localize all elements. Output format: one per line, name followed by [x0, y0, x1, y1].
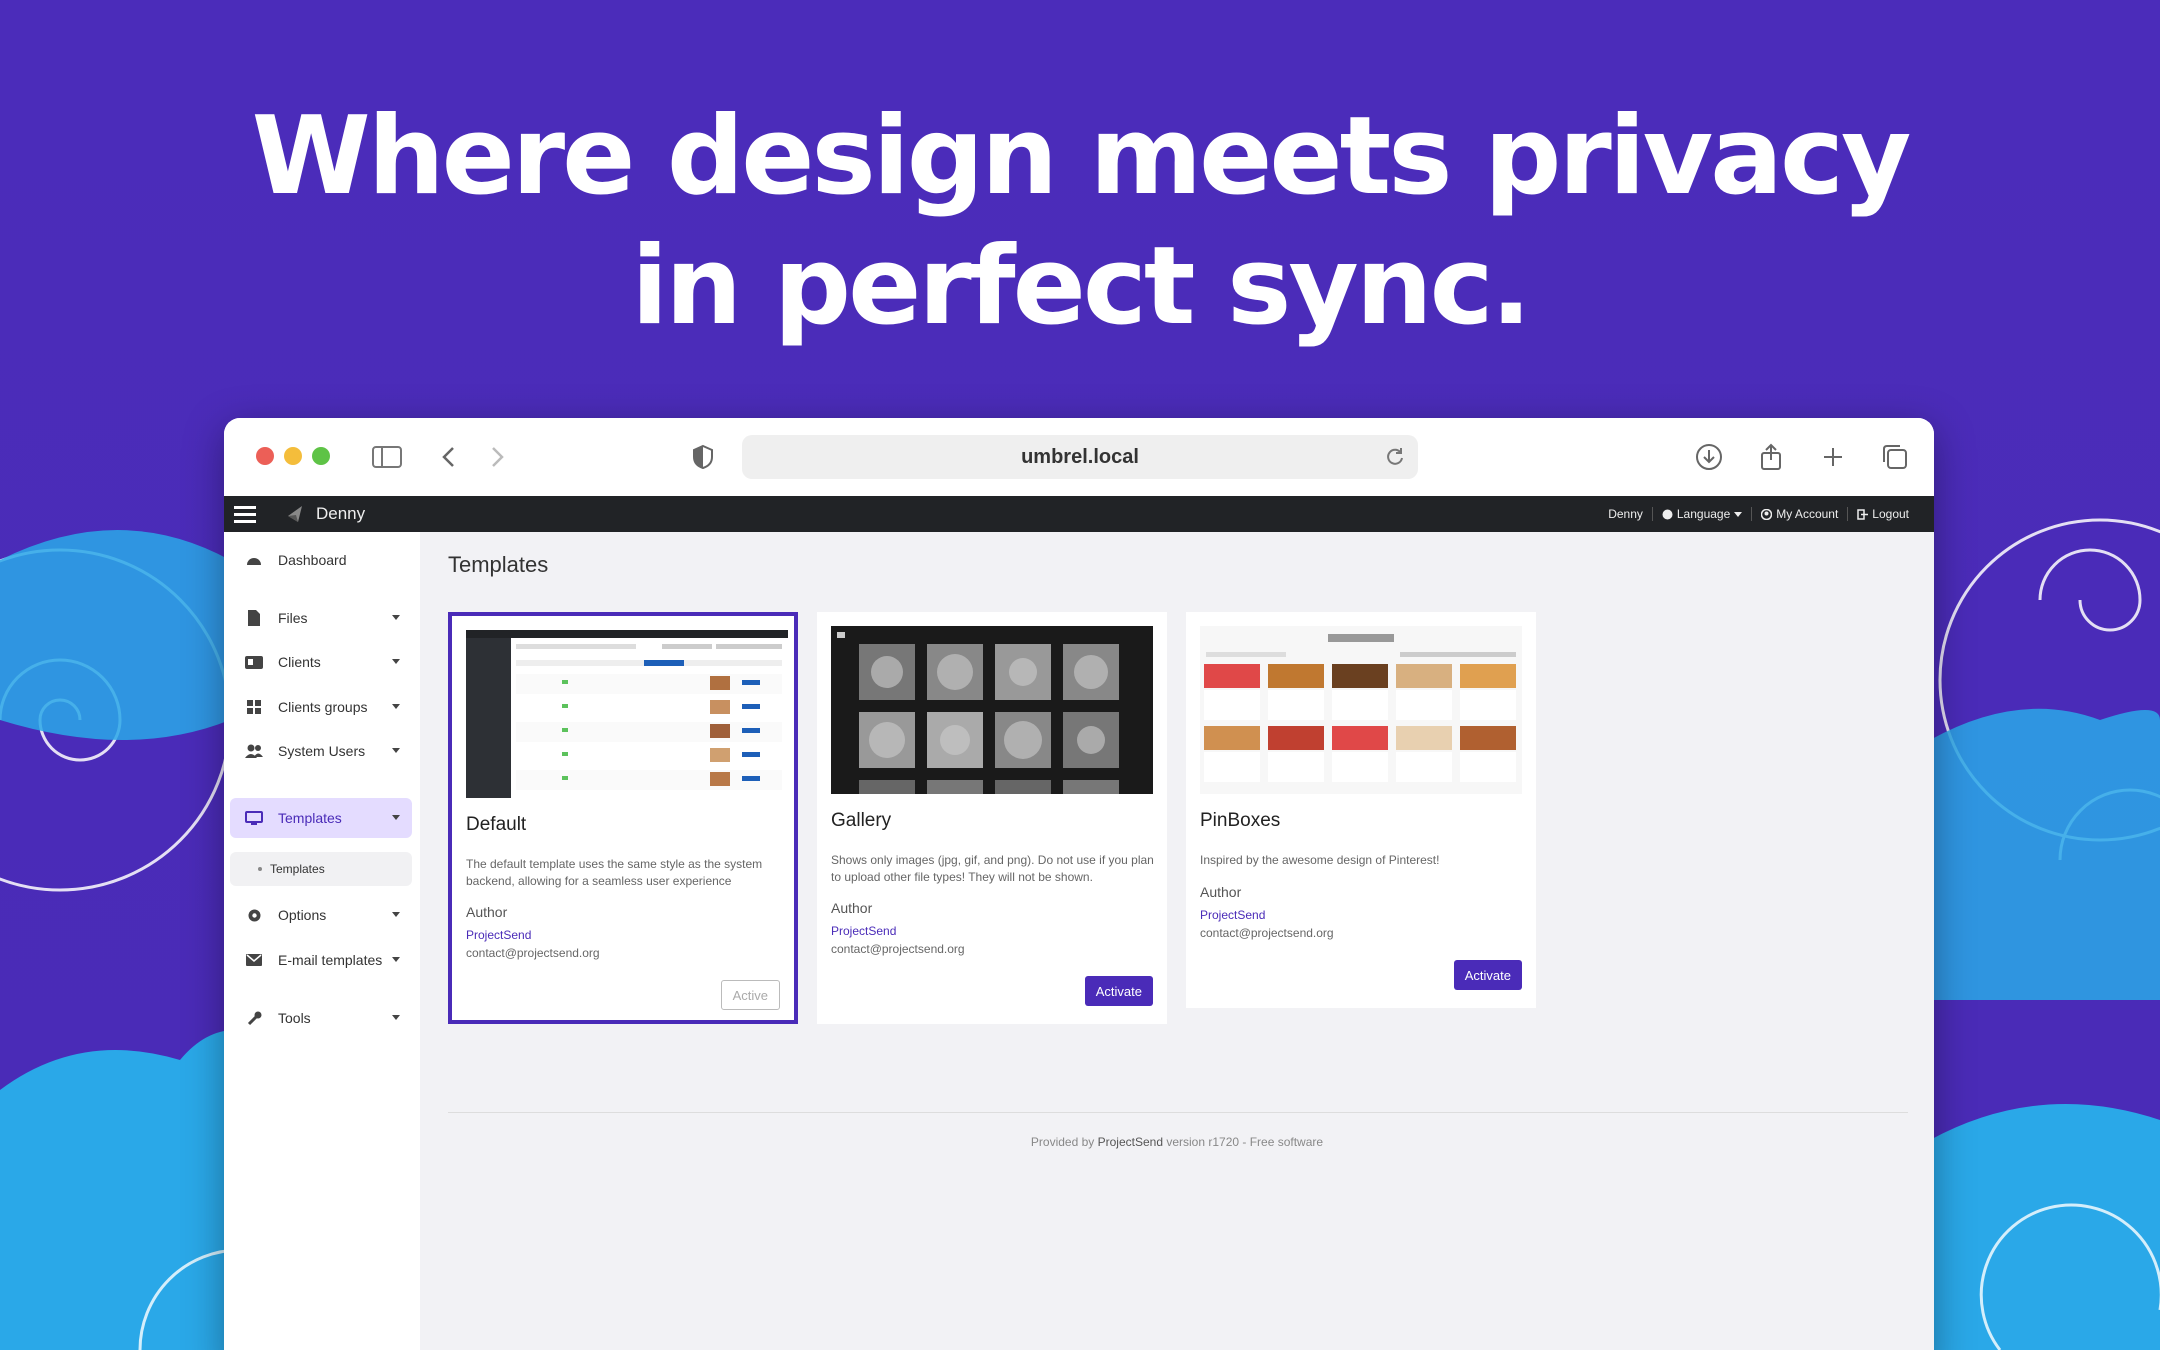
footer-suffix: version r1720 - Free software — [1163, 1135, 1324, 1149]
sidebar-item-options[interactable]: Options — [230, 895, 412, 935]
gear-icon — [244, 908, 264, 923]
hamburger-menu-icon[interactable] — [234, 505, 256, 528]
share-icon[interactable] — [1754, 440, 1788, 474]
sidebar-item-label: Options — [278, 907, 327, 923]
reload-icon[interactable] — [1384, 445, 1406, 473]
chevron-down-icon — [392, 815, 400, 820]
template-title: Gallery — [831, 810, 892, 831]
language-menu[interactable]: Language — [1651, 507, 1751, 521]
back-icon[interactable] — [432, 440, 466, 474]
url-text: umbrel.local — [1021, 445, 1139, 468]
sidebar-item-label: Templates — [278, 810, 342, 826]
maximize-window-button[interactable] — [312, 447, 330, 465]
sidebar-item-templates[interactable]: Templates — [230, 798, 412, 838]
page-title: Templates — [448, 552, 549, 577]
sidebar-item-tools[interactable]: Tools — [230, 998, 412, 1038]
author-email: contact@projectsend.org — [831, 942, 965, 956]
caret-down-icon — [1734, 511, 1743, 517]
chevron-down-icon — [392, 957, 400, 962]
footer-divider — [448, 1112, 1908, 1113]
template-preview-pinboxes[interactable] — [1200, 626, 1522, 794]
globe-icon — [1662, 509, 1673, 519]
shield-icon[interactable] — [686, 440, 720, 474]
user-circle-icon — [1761, 508, 1773, 520]
footer: Provided by ProjectSend version r1720 - … — [420, 1135, 1934, 1149]
template-description: Shows only images (jpg, gif, and png). D… — [831, 853, 1154, 884]
chevron-down-icon — [392, 1015, 400, 1020]
language-label: Language — [1676, 507, 1731, 521]
author-label: Author — [1200, 884, 1242, 900]
activate-button[interactable]: Activate — [1453, 960, 1522, 990]
tabs-overview-icon[interactable] — [1878, 440, 1912, 474]
new-tab-icon[interactable] — [1816, 440, 1850, 474]
template-preview-default[interactable] — [466, 630, 788, 798]
activate-button[interactable]: Activate — [1084, 976, 1153, 1006]
template-card-default: Default The default template uses the sa… — [448, 612, 798, 1024]
sidebar-item-email-templates[interactable]: E-mail templates — [230, 940, 412, 980]
logo-icon — [286, 504, 306, 529]
minimize-window-button[interactable] — [284, 447, 302, 465]
headline-line-1: Where design meets privacy — [251, 94, 1912, 219]
sidebar-subitem-templates[interactable]: Templates — [230, 852, 412, 886]
logout-label: Logout — [1872, 507, 1909, 521]
forward-icon[interactable] — [480, 440, 514, 474]
author-label: Author — [466, 904, 508, 920]
logout-icon — [1857, 508, 1869, 520]
template-card-pinboxes: PinBoxes Inspired by the awesome design … — [1186, 612, 1536, 1008]
sidebar-item-label: Tools — [278, 1010, 311, 1026]
author-link[interactable]: ProjectSend — [831, 924, 896, 938]
chevron-down-icon — [392, 912, 400, 917]
footer-link[interactable]: ProjectSend — [1098, 1135, 1163, 1149]
wrench-icon — [244, 1011, 264, 1026]
my-account-link[interactable]: My Account — [1751, 507, 1847, 521]
logout-link[interactable]: Logout — [1847, 507, 1918, 521]
template-title: PinBoxes — [1200, 810, 1281, 831]
desktop-icon — [244, 810, 264, 826]
topnav-user[interactable]: Denny — [1599, 507, 1652, 521]
template-card-gallery: Gallery Shows only images (jpg, gif, and… — [817, 612, 1167, 1024]
template-description: Inspired by the awesome design of Pinter… — [1200, 853, 1440, 867]
close-window-button[interactable] — [256, 447, 274, 465]
my-account-label: My Account — [1776, 507, 1839, 521]
template-preview-gallery[interactable] — [831, 626, 1153, 794]
author-label: Author — [831, 900, 873, 916]
download-icon[interactable] — [1692, 440, 1726, 474]
author-email: contact@projectsend.org — [1200, 926, 1334, 940]
app-top-navbar: Denny Denny Language My Account Logout — [224, 496, 1934, 532]
headline-line-2: in perfect sync. — [631, 224, 1531, 349]
active-button[interactable]: Active — [720, 980, 780, 1010]
author-email: contact@projectsend.org — [466, 946, 600, 960]
bullet-icon — [258, 867, 262, 871]
author-link[interactable]: ProjectSend — [1200, 908, 1265, 922]
topnav-right: Denny Language My Account Logout — [1599, 496, 1918, 532]
template-description: The default template uses the same style… — [466, 857, 763, 888]
footer-prefix: Provided by — [1030, 1135, 1098, 1149]
sidebar-item-label: E-mail templates — [278, 952, 383, 968]
main-content: Templates Default The default template u… — [420, 532, 1934, 1350]
app-brand: Denny — [316, 504, 366, 523]
sidebar-toggle-icon[interactable] — [370, 440, 404, 474]
browser-window: umbrel.local Denny Denny Language My Acc… — [224, 418, 1934, 1350]
author-link[interactable]: ProjectSend — [466, 928, 531, 942]
browser-toolbar: umbrel.local — [224, 418, 1934, 496]
envelope-icon — [244, 954, 264, 966]
address-bar[interactable]: umbrel.local — [742, 435, 1418, 479]
sidebar-subitem-label: Templates — [270, 862, 325, 876]
template-title: Default — [466, 814, 527, 835]
headline: Where design meets privacy in perfect sy… — [0, 92, 2160, 352]
sidebar-lower: Templates Templates Options E-mail templ… — [224, 532, 420, 1350]
